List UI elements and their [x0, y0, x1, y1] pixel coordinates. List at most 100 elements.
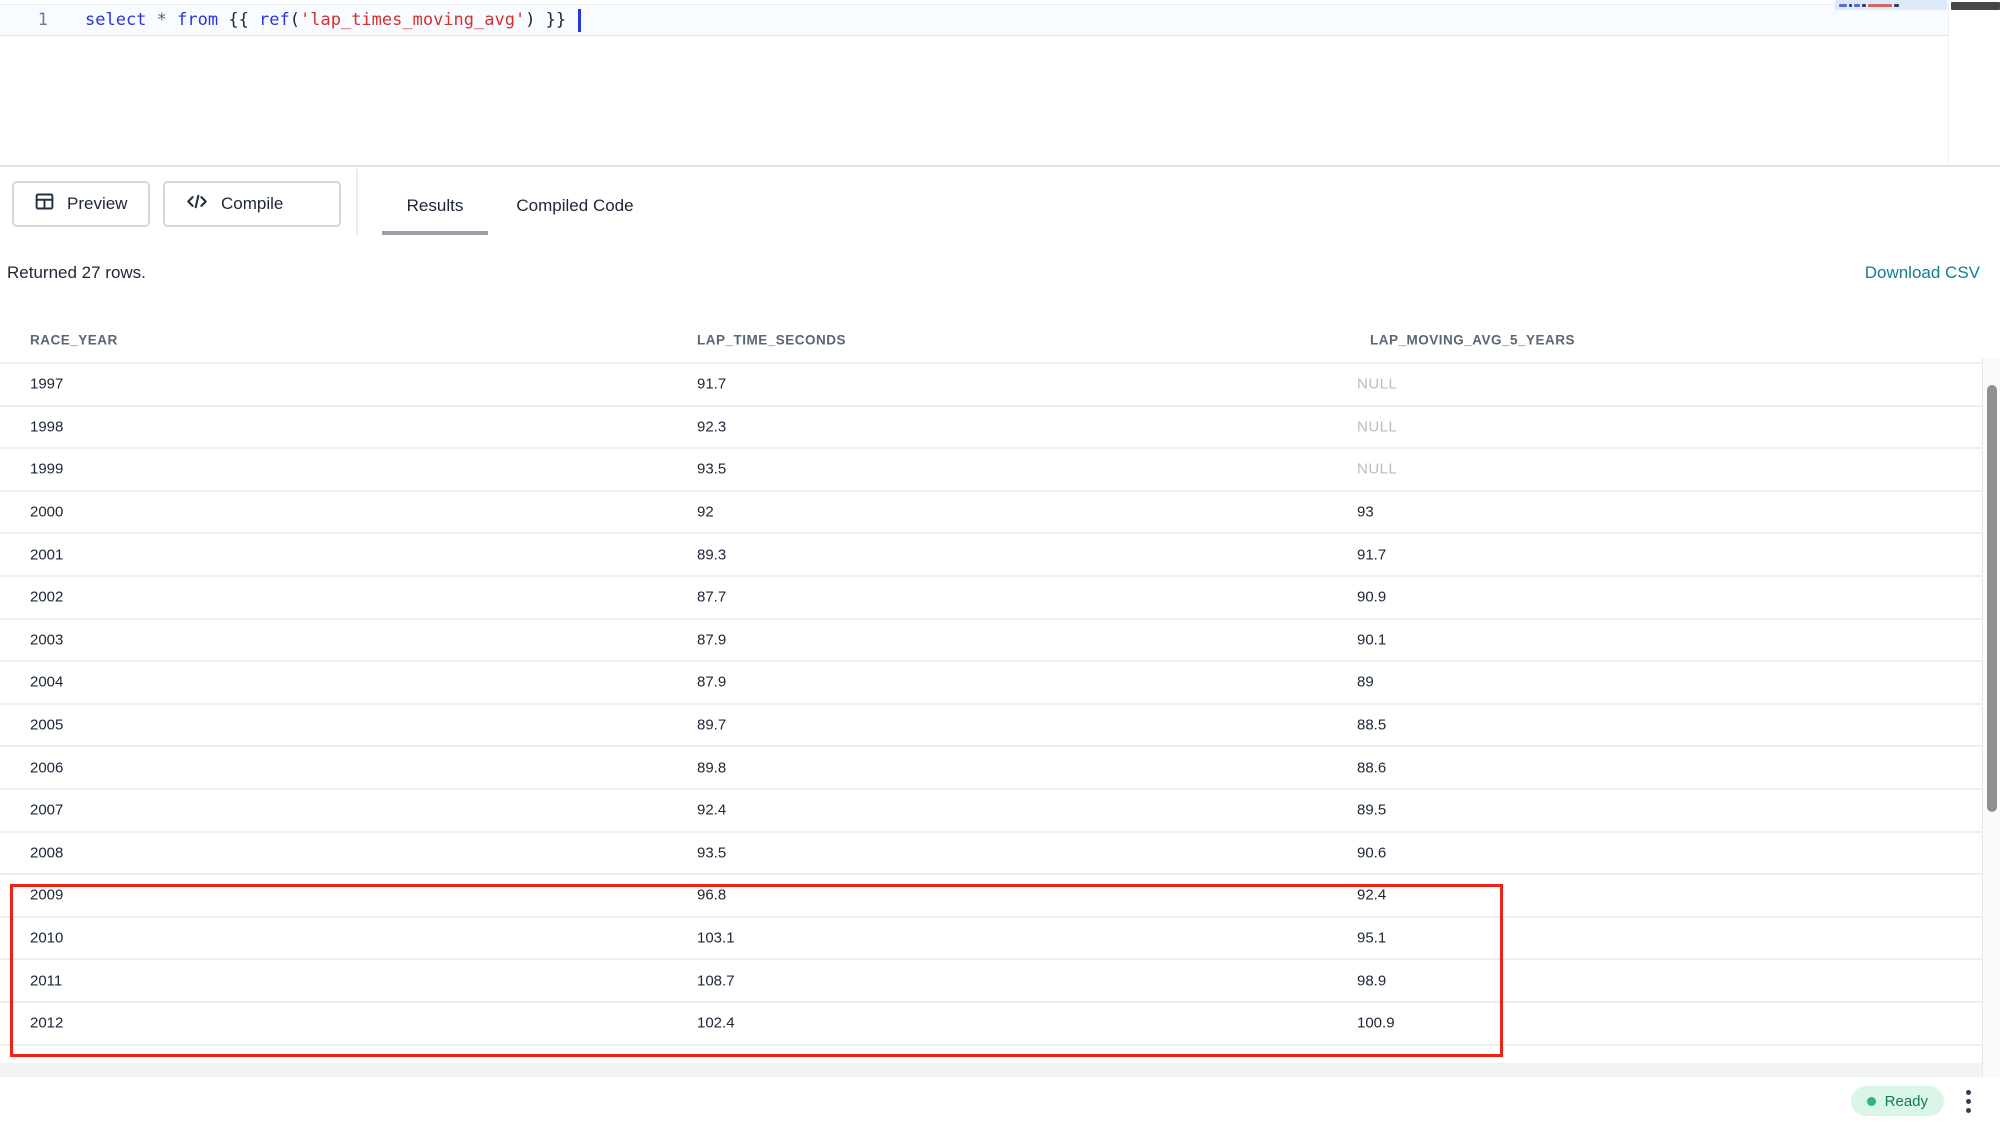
tab-results[interactable]: Results: [382, 179, 488, 233]
table-cell: 92: [697, 504, 714, 521]
paren-close: ): [525, 10, 535, 30]
table-cell: 90.9: [1357, 589, 1386, 606]
table-row: 2009 96.8 92.4: [0, 875, 1982, 918]
table-cell: 93.5: [697, 844, 726, 861]
toolbar-divider: [356, 169, 358, 235]
code-editor[interactable]: 1 select * from {{ ref('lap_times_moving…: [0, 0, 2000, 165]
table-row: 2001 89.3 91.7: [0, 534, 1982, 577]
vertical-scrollbar-thumb[interactable]: [1987, 385, 1997, 812]
ready-status-dot-icon: [1867, 1097, 1876, 1106]
row-count-summary: Returned 27 rows.: [7, 263, 146, 283]
vertical-scrollbar[interactable]: [1983, 358, 2000, 1078]
table-row: 2002 87.7 90.9: [0, 577, 1982, 620]
table-cell: NULL: [1357, 418, 1397, 435]
horizontal-scrollbar[interactable]: [0, 1063, 1982, 1077]
table-cell: 2001: [30, 546, 63, 563]
results-table-body: 1997 91.7 NULL 1998 92.3 NULL 1999 93.5 NULL 2000…: [0, 362, 1982, 1061]
column-header-lap-moving-avg-5-years: LAP_MOVING_AVG_5_YEARS: [1370, 333, 1575, 348]
table-cell: 1998: [30, 418, 63, 435]
paren-open: (: [290, 10, 300, 30]
editor-right-divider: [1948, 0, 1949, 165]
table-cell: 2009: [30, 887, 63, 904]
model-name-string: 'lap_times_moving_avg': [300, 10, 525, 30]
table-cell: 87.9: [697, 674, 726, 691]
table-cell: 89.3: [697, 546, 726, 563]
table-row: 2012 102.4 100.9: [0, 1003, 1982, 1046]
table-cell: 91.7: [1357, 546, 1386, 563]
table-cell: 2002: [30, 589, 63, 606]
table-row: 2008 93.5 90.6: [0, 833, 1982, 876]
jinja-close-braces: }}: [535, 10, 576, 30]
table-row: 200487.989: [0, 662, 1982, 705]
compile-button-label: Compile: [221, 194, 283, 214]
table-cell: 93.5: [697, 461, 726, 478]
table-cell: 92.4: [697, 802, 726, 819]
status-bar: Ready: [0, 1078, 2000, 1124]
table-row: 1998 92.3 NULL: [0, 407, 1982, 450]
table-cell: 93: [1357, 504, 1374, 521]
table-cell: 88.5: [1357, 717, 1386, 734]
results-toolbar: Preview Compile Results Compiled Code: [0, 165, 2000, 235]
jinja-ref-function: ref: [259, 10, 290, 30]
editor-line-number: 1: [0, 4, 48, 36]
compile-button[interactable]: Compile: [163, 181, 341, 227]
table-cell: 95.1: [1357, 930, 1386, 947]
minimap-code-mark: [1894, 4, 1899, 7]
table-cell: 87.7: [697, 589, 726, 606]
table-cell: 96.8: [697, 887, 726, 904]
table-cell: 2004: [30, 674, 63, 691]
kebab-menu-icon[interactable]: [1958, 1081, 1978, 1121]
table-grid-icon: [34, 191, 55, 217]
table-cell: NULL: [1357, 376, 1397, 393]
table-cell: 92.4: [1357, 887, 1386, 904]
minimap-code-mark: [1839, 4, 1847, 7]
table-cell: 2006: [30, 759, 63, 776]
ready-status-badge[interactable]: Ready: [1851, 1086, 1944, 1116]
table-cell: 88.6: [1357, 759, 1386, 776]
table-cell: NULL: [1357, 461, 1397, 478]
table-cell: 103.1: [697, 930, 735, 947]
table-cell: 92.3: [697, 418, 726, 435]
table-cell: 2012: [30, 1015, 63, 1032]
table-cell: 1997: [30, 376, 63, 393]
editor-scrollbar-thumb[interactable]: [1951, 2, 2000, 10]
table-cell: 91.7: [697, 376, 726, 393]
sql-keyword-select: select: [85, 10, 146, 30]
table-cell: 102.4: [697, 1015, 735, 1032]
table-row: 200387.990.1: [0, 620, 1982, 663]
minimap-code-mark: [1862, 4, 1866, 7]
sql-keyword-from: from: [177, 10, 218, 30]
table-cell: 98.9: [1357, 972, 1386, 989]
editor-minimap[interactable]: [1835, 0, 1947, 10]
table-cell: 90.6: [1357, 844, 1386, 861]
sql-star-operator: *: [146, 10, 177, 30]
preview-button[interactable]: Preview: [12, 181, 150, 227]
table-cell: 100.9: [1357, 1015, 1395, 1032]
minimap-code-mark: [1849, 4, 1852, 7]
table-cell: 108.7: [697, 972, 735, 989]
table-row: 2005 89.7 88.5: [0, 705, 1982, 748]
table-row: 2007 92.4 89.5: [0, 790, 1982, 833]
table-cell: 2010: [30, 930, 63, 947]
table-cell: 89.7: [697, 717, 726, 734]
table-cell: 2007: [30, 802, 63, 819]
table-cell: 87.9: [697, 631, 726, 648]
column-header-lap-time-seconds: LAP_TIME_SECONDS: [697, 333, 846, 348]
editor-code-line[interactable]: select * from {{ ref('lap_times_moving_a…: [85, 4, 581, 36]
table-row: 1999 93.5 NULL: [0, 449, 1982, 492]
table-cell: 89.5: [1357, 802, 1386, 819]
column-header-race-year: RACE_YEAR: [30, 333, 118, 348]
minimap-code-mark: [1868, 4, 1892, 7]
table-cell: 2005: [30, 717, 63, 734]
table-cell: 2003: [30, 631, 63, 648]
table-cell: 2008: [30, 844, 63, 861]
table-cell: 2000: [30, 504, 63, 521]
download-csv-link[interactable]: Download CSV: [1865, 263, 1980, 283]
table-cell: 1999: [30, 461, 63, 478]
table-row: 2011108.798.9: [0, 960, 1982, 1003]
table-row: 2000 92 93: [0, 492, 1982, 535]
code-brackets-icon: [185, 191, 209, 217]
tab-compiled-code[interactable]: Compiled Code: [492, 179, 658, 233]
table-row: 200689.888.6: [0, 747, 1982, 790]
table-row: 1997 91.7 NULL: [0, 364, 1982, 407]
